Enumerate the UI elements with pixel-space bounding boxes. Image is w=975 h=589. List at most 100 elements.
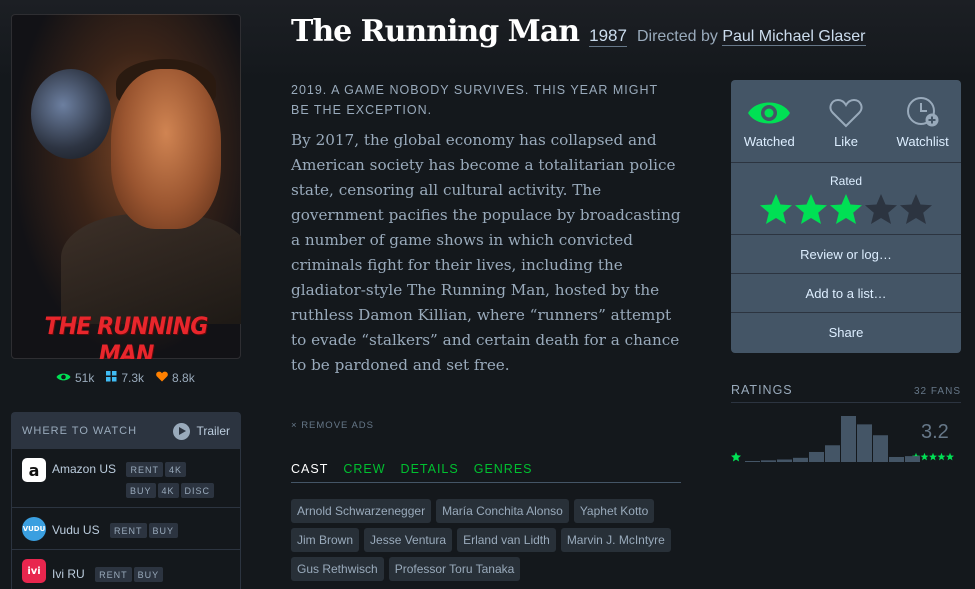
cast-chip[interactable]: Professor Toru Tanaka bbox=[388, 557, 521, 581]
cast-chip[interactable]: Jim Brown bbox=[291, 528, 360, 552]
cast-chip[interactable]: Erland van Lidth bbox=[457, 528, 556, 552]
action-icons-row: Watched Like Watchlist bbox=[731, 80, 961, 163]
service-amazon[interactable]: a Amazon US RENT 4K BUY 4K DISC bbox=[12, 449, 240, 508]
cast-chip[interactable]: Yaphet Kotto bbox=[573, 499, 655, 523]
tab-genres[interactable]: GENRES bbox=[474, 462, 533, 476]
rating-section: Rated bbox=[731, 163, 961, 235]
director-link[interactable]: Paul Michael Glaser bbox=[722, 28, 866, 46]
directed-by-label: Directed by bbox=[636, 28, 718, 45]
cast-chip[interactable]: Marvin J. McIntyre bbox=[560, 528, 671, 552]
likes-stat[interactable]: 8.8k bbox=[156, 371, 195, 385]
tab-details[interactable]: DETAILS bbox=[401, 462, 459, 476]
fans-count[interactable]: 32 FANS bbox=[914, 386, 961, 397]
disc-tag[interactable]: DISC bbox=[180, 483, 215, 498]
service-ivi[interactable]: ivi Ivi RU RENT BUY bbox=[12, 550, 240, 589]
details-tabs: CAST CREW DETAILS GENRES bbox=[291, 462, 681, 483]
trailer-button[interactable]: Trailer bbox=[173, 422, 230, 440]
where-to-watch-header: WHERE TO WATCH Trailer bbox=[12, 413, 240, 449]
review-or-log-button[interactable]: Review or log… bbox=[731, 235, 961, 274]
remove-ads-link[interactable]: × REMOVE ADS bbox=[291, 420, 374, 431]
buy-tag[interactable]: BUY bbox=[133, 567, 164, 582]
histogram-bar[interactable] bbox=[793, 457, 808, 462]
play-icon bbox=[173, 422, 191, 440]
histogram-bar[interactable] bbox=[873, 435, 888, 462]
service-vudu[interactable]: VUDU Vudu US RENT BUY bbox=[12, 508, 240, 550]
rent-tag[interactable]: RENT bbox=[110, 523, 147, 538]
like-button[interactable]: Like bbox=[808, 80, 885, 162]
where-to-watch-panel: WHERE TO WATCH Trailer a Amazon US RENT 4… bbox=[11, 412, 241, 589]
histogram-bar[interactable] bbox=[809, 451, 824, 462]
watchlist-button[interactable]: Watchlist bbox=[884, 80, 961, 162]
ratings-header: RATINGS 32 FANS bbox=[731, 383, 961, 403]
vudu-logo-icon: VUDU bbox=[22, 517, 46, 541]
eye-icon bbox=[56, 371, 71, 385]
poster-face-art bbox=[111, 69, 221, 229]
directed-by: Directed by Paul Michael Glaser bbox=[637, 28, 866, 46]
service-name: Ivi RU bbox=[52, 567, 85, 581]
histogram-bar[interactable] bbox=[889, 456, 904, 462]
cast-list: Arnold Schwarzenegger María Conchita Alo… bbox=[291, 499, 686, 581]
4k-tag[interactable]: 4K bbox=[164, 462, 186, 477]
poster-title: THE RUNNING MAN bbox=[44, 312, 209, 359]
watched-button[interactable]: Watched bbox=[731, 80, 808, 162]
cast-chip[interactable]: Jesse Ventura bbox=[364, 528, 453, 552]
poster-helmet-art bbox=[31, 69, 111, 159]
star-icon[interactable] bbox=[864, 193, 898, 225]
service-name: Vudu US bbox=[52, 523, 100, 537]
rent-tag[interactable]: RENT bbox=[126, 462, 163, 477]
star-icon[interactable] bbox=[759, 193, 793, 225]
clock-plus-icon bbox=[906, 97, 939, 127]
heart-icon bbox=[829, 98, 863, 128]
film-tagline: 2019. A game nobody survives. This year … bbox=[291, 83, 658, 117]
cast-chip[interactable]: María Conchita Alonso bbox=[436, 499, 569, 523]
star-rating[interactable] bbox=[731, 193, 961, 225]
star-icon bbox=[946, 452, 954, 461]
lists-stat[interactable]: 7.3k bbox=[106, 371, 144, 385]
lists-icon bbox=[106, 371, 117, 385]
rated-label: Rated bbox=[829, 174, 863, 188]
film-poster[interactable]: THE RUNNING MAN bbox=[11, 14, 241, 359]
histogram-bar[interactable] bbox=[857, 424, 872, 462]
film-year-link[interactable]: 1987 bbox=[589, 26, 627, 47]
histogram-bar[interactable] bbox=[825, 445, 840, 462]
watched-label: Watched bbox=[743, 134, 795, 149]
amazon-logo-icon: a bbox=[22, 458, 46, 482]
star-icon[interactable] bbox=[829, 193, 863, 225]
poster-body-art bbox=[61, 214, 241, 324]
like-label: Like bbox=[834, 134, 858, 149]
share-button[interactable]: Share bbox=[731, 313, 961, 352]
histogram-bar[interactable] bbox=[905, 456, 920, 462]
average-rating[interactable]: 3.2 bbox=[921, 421, 949, 444]
buy-tag[interactable]: BUY bbox=[126, 483, 156, 498]
film-stats: 51k 7.3k 8.8k bbox=[56, 371, 195, 385]
tab-crew[interactable]: CREW bbox=[343, 462, 385, 476]
star-icon bbox=[937, 452, 946, 461]
buy-tag[interactable]: BUY bbox=[148, 523, 179, 538]
histogram-bar[interactable] bbox=[777, 459, 792, 462]
tab-cast[interactable]: CAST bbox=[291, 462, 328, 476]
add-to-list-button[interactable]: Add to a list… bbox=[731, 274, 961, 313]
star-icon bbox=[920, 452, 929, 461]
cast-chip[interactable]: Gus Rethwisch bbox=[291, 557, 384, 581]
eye-icon bbox=[748, 102, 791, 124]
film-header: The Running Man 1987 Directed by Paul Mi… bbox=[291, 14, 866, 49]
4k-tag[interactable]: 4K bbox=[157, 483, 179, 498]
service-name: Amazon US bbox=[52, 462, 117, 476]
star-icon bbox=[929, 452, 937, 461]
star-icon[interactable] bbox=[794, 193, 828, 225]
star-icon[interactable] bbox=[899, 193, 933, 225]
lists-count: 7.3k bbox=[121, 371, 145, 385]
film-synopsis: By 2017, the global economy has collapse… bbox=[291, 131, 681, 374]
histogram-bar[interactable] bbox=[745, 461, 760, 462]
likes-count: 8.8k bbox=[172, 371, 195, 385]
ratings-title[interactable]: RATINGS bbox=[731, 383, 793, 397]
histogram-bar[interactable] bbox=[761, 460, 776, 462]
rent-tag[interactable]: RENT bbox=[95, 567, 132, 582]
actions-panel: Watched Like Watchlist Rated Review or l… bbox=[731, 80, 961, 353]
watchlist-label: Watchlist bbox=[896, 134, 949, 149]
remove-ads-label: REMOVE ADS bbox=[301, 420, 375, 431]
watched-stat[interactable]: 51k bbox=[56, 371, 94, 385]
watched-count: 51k bbox=[75, 371, 95, 385]
histogram-bar[interactable] bbox=[841, 416, 856, 462]
cast-chip[interactable]: Arnold Schwarzenegger bbox=[291, 499, 432, 523]
